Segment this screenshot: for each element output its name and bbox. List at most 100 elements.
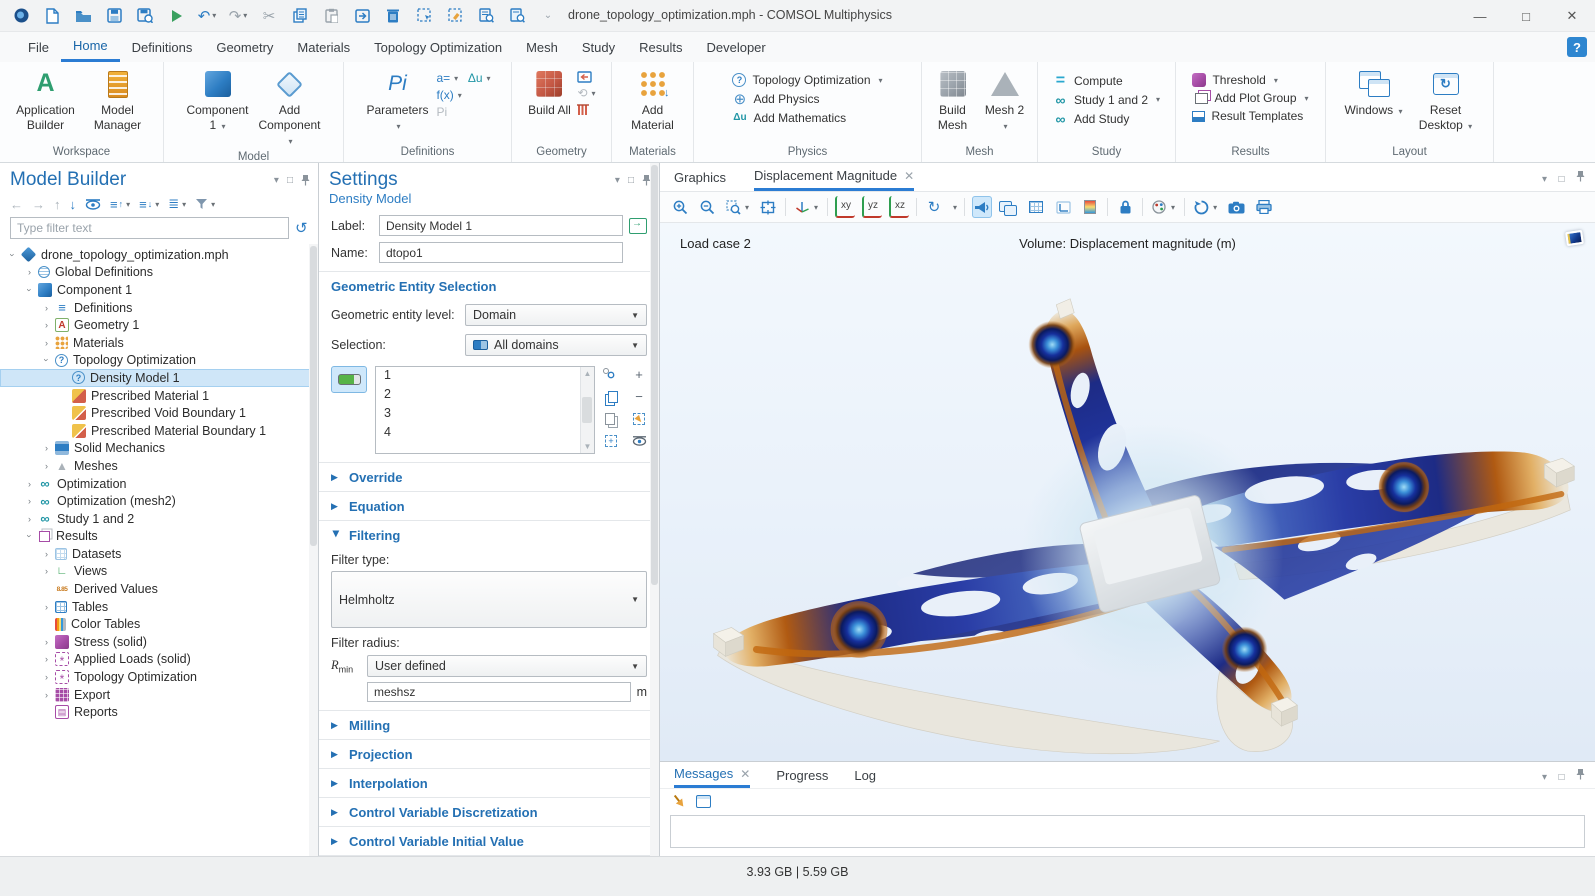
- undo-icon[interactable]: ↶▾: [198, 7, 216, 25]
- view-yz-icon[interactable]: yz: [862, 196, 882, 218]
- tree-item-prescribed-material-boundary-1[interactable]: Prescribed Material Boundary 1: [0, 422, 318, 440]
- select-box-icon[interactable]: [415, 7, 433, 25]
- messages-output[interactable]: [670, 815, 1585, 848]
- expander-icon[interactable]: ›: [23, 267, 36, 277]
- panel-float-icon[interactable]: □: [1558, 772, 1564, 783]
- sort-up-icon[interactable]: ≡↑▾: [110, 197, 130, 212]
- menu-study[interactable]: Study: [570, 32, 627, 62]
- default-view-icon[interactable]: [972, 196, 992, 218]
- copy-selection-icon[interactable]: [604, 390, 619, 403]
- help-button[interactable]: ?: [1567, 37, 1587, 57]
- domain-list-item[interactable]: 4: [376, 424, 594, 443]
- tree-item-global-definitions[interactable]: ›Global Definitions: [0, 264, 318, 282]
- tree-item-tables[interactable]: ›Tables: [0, 598, 318, 616]
- threshold-button[interactable]: Threshold▾: [1192, 73, 1308, 87]
- expander-icon[interactable]: ›: [40, 549, 53, 559]
- expander-icon[interactable]: ›: [40, 602, 53, 612]
- zoom-box-icon[interactable]: ▾: [724, 196, 751, 218]
- tree-scrollbar[interactable]: [309, 244, 318, 856]
- back-icon[interactable]: ←: [10, 197, 23, 212]
- menu-developer[interactable]: Developer: [694, 32, 777, 62]
- geometric-entity-level-select[interactable]: Domain ▼: [465, 304, 647, 326]
- component-button[interactable]: Component 1 ▾: [185, 65, 251, 133]
- expander-icon[interactable]: ›: [40, 303, 53, 313]
- redo-icon[interactable]: ↷▾: [229, 7, 247, 25]
- add-material-button[interactable]: Add Material: [620, 65, 686, 133]
- domain-list-item[interactable]: 2: [376, 386, 594, 405]
- tab-progress[interactable]: Progress: [776, 762, 828, 788]
- show-axes-icon[interactable]: [1053, 196, 1073, 218]
- tree-item-prescribed-void-boundary-1[interactable]: Prescribed Void Boundary 1: [0, 404, 318, 422]
- snapshot-icon[interactable]: [1226, 196, 1247, 218]
- maximize-button[interactable]: □: [1503, 0, 1549, 32]
- add-study-button[interactable]: Add Study: [1053, 111, 1160, 126]
- study-button[interactable]: Study 1 and 2▾: [1053, 92, 1160, 107]
- tree-item-topology-optimization[interactable]: ›Topology Optimization: [0, 352, 318, 370]
- panel-float-icon[interactable]: □: [287, 175, 293, 186]
- update-solution-button[interactable]: Δu▾: [468, 71, 491, 85]
- search-icon[interactable]: [508, 7, 526, 25]
- panel-collapse-icon[interactable]: ▾: [615, 175, 620, 186]
- refresh-icon[interactable]: ↻: [295, 219, 308, 237]
- tree-item-optimization[interactable]: ›Optimization: [0, 475, 318, 493]
- tree-item-views[interactable]: ›Views: [0, 563, 318, 581]
- menu-geometry[interactable]: Geometry: [204, 32, 285, 62]
- expander-icon[interactable]: ›: [40, 461, 53, 471]
- zoom-out-icon[interactable]: [697, 196, 717, 218]
- scene-icon[interactable]: [999, 201, 1019, 214]
- add-mathematics-button[interactable]: Add Mathematics: [732, 110, 882, 125]
- expander-icon[interactable]: ›: [40, 338, 53, 348]
- panel-pin-icon[interactable]: [1576, 768, 1585, 780]
- zoom-extents-icon[interactable]: [758, 196, 778, 218]
- tab-messages[interactable]: Messages ✕: [674, 762, 750, 788]
- filter-radius-mode-select[interactable]: User defined ▼: [367, 655, 647, 677]
- zoom-in-icon[interactable]: [670, 196, 690, 218]
- add-component-button[interactable]: Add Component ▾: [257, 65, 323, 148]
- list-scrollbar-thumb[interactable]: [582, 397, 592, 423]
- remove-from-selection-icon[interactable]: −: [632, 390, 647, 403]
- tab-log[interactable]: Log: [854, 762, 876, 788]
- print-icon[interactable]: [1254, 196, 1274, 218]
- tree-item-definitions[interactable]: ›Definitions: [0, 299, 318, 317]
- result-templates-button[interactable]: Result Templates: [1192, 109, 1308, 123]
- tree-item-color-tables[interactable]: Color Tables: [0, 615, 318, 633]
- add-to-selection-icon[interactable]: +: [632, 368, 647, 381]
- virtual-operations-icon[interactable]: [577, 103, 595, 116]
- tree-item-solid-mechanics[interactable]: ›Solid Mechanics: [0, 440, 318, 458]
- section-control-variable-discretization[interactable]: ▶Control Variable Discretization: [319, 797, 659, 826]
- run-icon[interactable]: [167, 7, 185, 25]
- tree-item-datasets[interactable]: ›Datasets: [0, 545, 318, 563]
- copy-icon[interactable]: [291, 7, 309, 25]
- add-plot-group-button[interactable]: Add Plot Group▾: [1192, 91, 1308, 105]
- expander-icon[interactable]: ›: [40, 654, 53, 664]
- filter-funnel-icon[interactable]: ▾: [195, 198, 215, 210]
- menu-home[interactable]: Home: [61, 32, 120, 62]
- domain-selection-list[interactable]: 1 2 3 4 ▲▼: [375, 366, 595, 454]
- panel-collapse-icon[interactable]: ▾: [1542, 772, 1547, 783]
- save-icon[interactable]: [105, 7, 123, 25]
- active-toggle-button[interactable]: [331, 366, 367, 393]
- expander-icon[interactable]: ›: [40, 690, 53, 700]
- menu-file[interactable]: File: [16, 32, 61, 62]
- clear-selection-icon[interactable]: [632, 412, 647, 425]
- functions-button[interactable]: f(x)▾: [436, 88, 461, 102]
- tree-item-component-1[interactable]: ›Component 1: [0, 281, 318, 299]
- toggle-visibility-icon[interactable]: [632, 434, 647, 447]
- rotate-icon[interactable]: [924, 196, 944, 218]
- section-milling[interactable]: ▶Milling: [319, 710, 659, 739]
- find-in-model-icon[interactable]: [477, 7, 495, 25]
- tree-item-materials[interactable]: ›Materials: [0, 334, 318, 352]
- domain-list-item[interactable]: 3: [376, 405, 594, 424]
- expander-icon[interactable]: ›: [40, 443, 53, 453]
- view-xz-icon[interactable]: xz: [889, 196, 909, 218]
- tree-item-applied-loads-solid[interactable]: ›Applied Loads (solid): [0, 651, 318, 669]
- section-geometric-entity-selection[interactable]: Geometric Entity Selection: [319, 271, 659, 300]
- close-tab-icon[interactable]: ✕: [740, 767, 750, 781]
- customize-toolbar-icon[interactable]: ⌄: [539, 7, 557, 25]
- lock-view-icon[interactable]: [1115, 196, 1135, 218]
- tree-item-reports[interactable]: Reports: [0, 703, 318, 721]
- variables-button[interactable]: a=▾: [436, 71, 461, 85]
- build-mesh-button[interactable]: Build Mesh: [931, 65, 975, 133]
- cut-icon[interactable]: ✂: [260, 7, 278, 25]
- compute-button[interactable]: Compute: [1053, 73, 1160, 88]
